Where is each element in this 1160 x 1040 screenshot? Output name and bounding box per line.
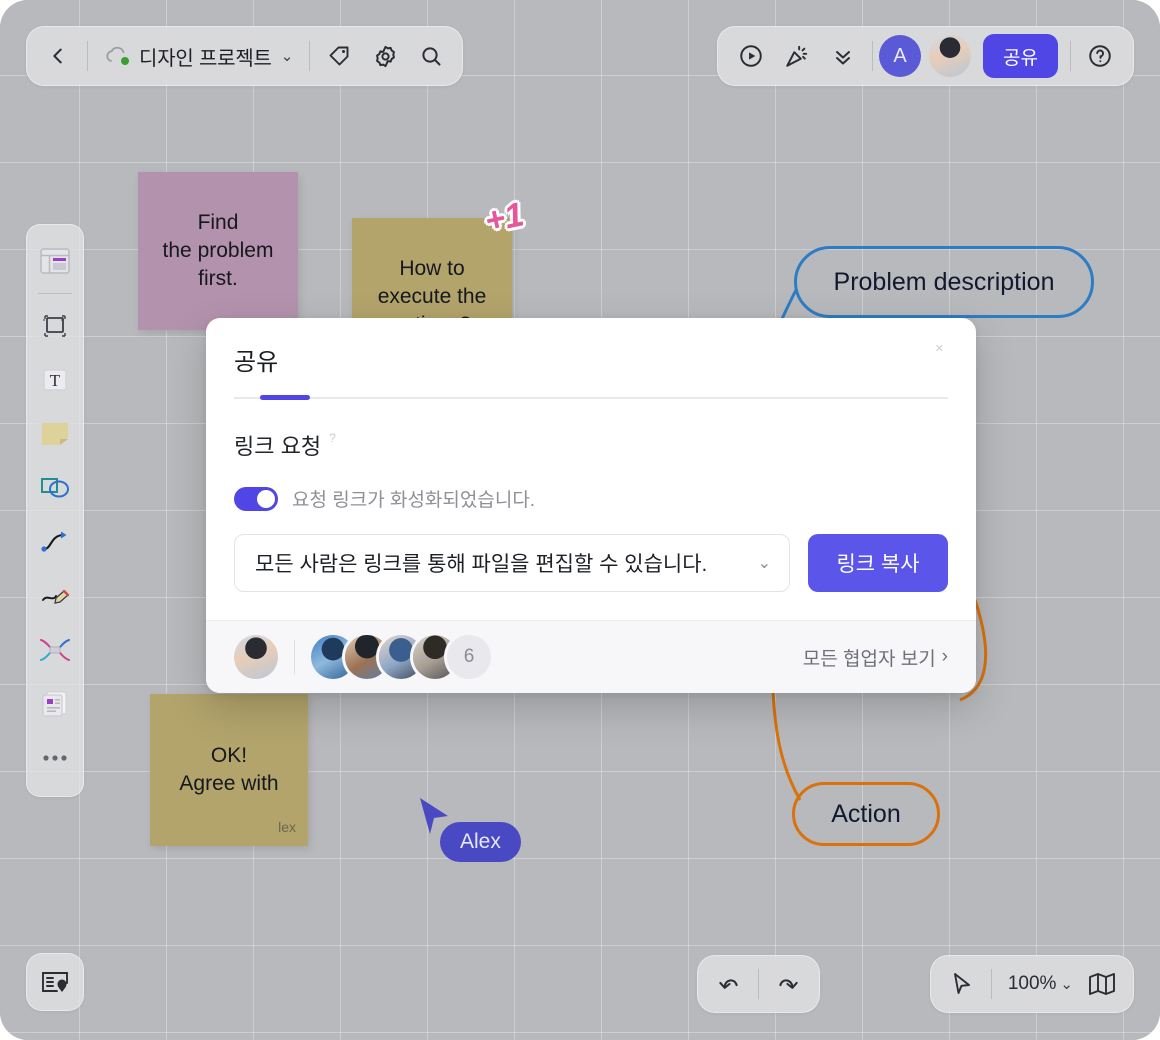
sticky-note-ok-author: lex [278,818,296,835]
link-request-toggle-row: 요청 링크가 화성화되었습니다. [234,485,948,512]
link-request-help-icon[interactable]: ? [329,431,336,445]
svg-text:T: T [50,371,61,390]
top-right-toolbar: A 공유 [717,26,1134,86]
share-button[interactable]: 공유 [983,34,1058,78]
zoom-level-label[interactable]: 100% [998,973,1061,995]
chevron-double-down-icon[interactable] [820,33,866,79]
mindmap-icon[interactable] [32,624,78,676]
see-all-collaborators-label: 모든 협업자 보기 [802,648,936,670]
share-modal-footer: 6 모든 협업자 보기 › [206,620,976,693]
collaborator-list: 6 [234,635,491,679]
copy-link-button[interactable]: 링크 복사 [808,534,948,592]
sticky-note-ok-text: OK! Agree with [179,744,279,795]
project-name: 디자인 프로젝트 [139,47,272,70]
node-problem-description[interactable]: Problem description [794,246,1094,318]
zoom-toolbar: 100% ⌄ [929,955,1134,1013]
toggle-knob [257,489,275,508]
minimap-icon[interactable] [1079,961,1125,1007]
toolbar-divider-2 [309,41,311,71]
share-modal-title: 공유 [234,349,279,376]
chevron-right-icon: › [941,646,948,667]
template-icon[interactable] [32,235,78,287]
collaborator-overflow-count[interactable]: 6 [447,635,491,679]
permission-row: 모든 사람은 링크를 통해 파일을 편집할 수 있습니다. ⌄ 링크 복사 [234,534,948,592]
pencil-icon[interactable] [32,570,78,622]
owner-divider [294,640,295,674]
app-window: Find the problem first. How to execute t… [0,0,1160,1040]
card-icon[interactable] [32,678,78,730]
sticky-note-ok[interactable]: OK! Agree with lex [150,694,308,846]
connector-icon[interactable] [32,516,78,568]
navigator-button[interactable] [26,953,84,1011]
collaborator-avatars: 6 [311,635,491,679]
chevron-down-icon: ⌄ [280,48,294,65]
cloud-icon [104,46,130,66]
top-left-toolbar: 디자인 프로젝트 ⌄ [26,26,464,86]
project-chip[interactable]: 디자인 프로젝트 ⌄ [94,34,303,78]
link-request-toggle[interactable] [234,486,278,511]
frame-icon[interactable] [32,300,78,352]
link-request-label: 링크 요청 [234,434,322,459]
toolbar-divider [87,41,88,71]
sticky-note-find-text: Find the problem first. [162,211,274,290]
close-icon[interactable]: ✕ [935,344,944,355]
tool-rail: T [26,224,84,797]
owner-avatar[interactable] [234,635,278,679]
toolbar-divider-4 [1070,41,1071,71]
avatar-initial[interactable]: A [879,35,922,77]
undo-redo-toolbar [697,955,820,1013]
zoom-divider [990,969,992,999]
share-modal-body: 링크 요청 ? 요청 링크가 화성화되었습니다. 모든 사람은 링크를 통해 파… [206,399,976,620]
back-button[interactable] [35,33,81,79]
search-icon[interactable] [408,33,454,79]
shapes-icon[interactable] [32,462,78,514]
permission-select[interactable]: 모든 사람은 링크를 통해 파일을 편집할 수 있습니다. ⌄ [234,534,790,592]
link-request-toggle-label: 요청 링크가 화성화되었습니다. [292,490,536,511]
help-icon[interactable] [1077,33,1123,79]
link-request-section: 링크 요청 ? [234,429,948,461]
undo-divider [758,969,759,999]
text-icon[interactable]: T [32,354,78,406]
undo-icon[interactable] [706,961,752,1007]
node-action-label: Action [831,799,901,828]
sync-status-dot [121,57,129,65]
chevron-down-icon: ⌄ [757,555,771,572]
avatar-photo[interactable] [929,35,972,77]
rail-divider [38,293,72,294]
cursor-tool-icon[interactable] [939,961,985,1007]
gear-icon[interactable] [362,33,408,79]
share-modal-header: 공유 ✕ [206,318,976,400]
redo-icon[interactable] [765,961,811,1007]
present-icon[interactable] [728,33,774,79]
node-action[interactable]: Action [792,782,940,846]
see-all-collaborators-link[interactable]: 모든 협업자 보기 › [803,644,948,671]
sticky-note-icon[interactable] [32,408,78,460]
tag-icon[interactable] [316,33,362,79]
share-modal: 공유 ✕ 링크 요청 ? 요청 링크가 화성화되었습니다. 모든 사람은 링크를… [206,318,976,693]
cursor-alex-label: Alex [440,822,521,862]
zoom-chevron-down-icon[interactable]: ⌄ [1060,975,1079,993]
sticky-note-find[interactable]: Find the problem first. [138,172,298,330]
active-tab-indicator [260,395,310,400]
more-icon[interactable] [32,732,78,784]
share-modal-tabs [234,395,948,400]
permission-select-value: 모든 사람은 링크를 통해 파일을 편집할 수 있습니다. [255,553,708,576]
celebrate-icon[interactable] [774,33,820,79]
node-problem-description-label: Problem description [833,267,1055,296]
toolbar-divider-3 [872,41,874,71]
